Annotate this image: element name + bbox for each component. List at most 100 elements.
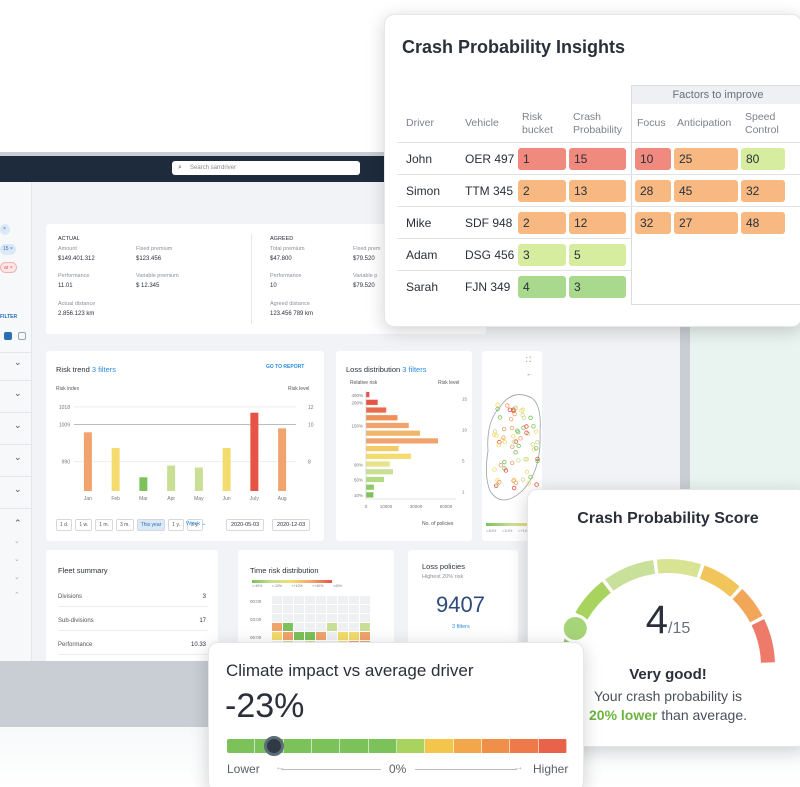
heatmap-cell	[294, 614, 304, 622]
loss-distribution-card: Loss distribution 3 filters Relative ris…	[336, 351, 472, 541]
range-button[interactable]: 1 w.	[75, 519, 93, 531]
climate-lower-label: Lower	[227, 762, 260, 776]
loss-distribution-filters-link[interactable]: 3 filters	[402, 365, 426, 374]
vehicle-plate: SDF 948	[465, 216, 513, 230]
heatmap-cell	[305, 623, 315, 631]
chevron-down-icon[interactable]: ⌄	[14, 484, 22, 495]
y2-tick-label: 8	[308, 460, 311, 466]
heatmap-cell	[272, 614, 282, 622]
loss-policies-title: Loss policies	[422, 562, 465, 571]
agreed-fixed-value: $79.520	[353, 256, 375, 262]
bar	[366, 446, 399, 452]
risk-trend-filters-link[interactable]: 3 filters	[92, 365, 116, 374]
y-tick-label: 1009	[59, 422, 70, 428]
loss-policies-value: 9407	[436, 592, 485, 617]
heatmap-cell	[283, 596, 293, 604]
scale-segment	[368, 739, 397, 753]
car-icon[interactable]	[4, 332, 12, 340]
vehicle-plate: DSG 456	[465, 248, 515, 262]
chevron-small-icon[interactable]: ⌄	[14, 537, 20, 545]
map-point	[511, 433, 516, 439]
bar	[139, 477, 148, 491]
right-arrow-line	[415, 769, 517, 770]
y-tick-label: 400%	[351, 393, 363, 398]
time-risk-legend-bar	[252, 580, 332, 583]
heatmap-cell	[327, 614, 337, 622]
bar	[250, 412, 259, 491]
heatmap-cell	[360, 623, 370, 631]
loss-distribution-title: Loss distribution 3 filters	[346, 365, 426, 374]
header-crash-probability: Crash Probability	[573, 111, 623, 136]
range-button[interactable]: 1 d.	[56, 519, 73, 531]
map-outline	[486, 394, 541, 501]
chevron-down-icon[interactable]: ⌄	[14, 452, 22, 463]
x-tick-label: May	[194, 496, 204, 502]
loss-policies-filters-link[interactable]: 3 filters	[452, 624, 470, 630]
date-to-input[interactable]: 2020-12-03	[272, 519, 311, 531]
range-button[interactable]: This year	[136, 519, 166, 531]
filter-link[interactable]: FILTER	[0, 314, 17, 320]
risk-trend-chart: 1018 12 1009 10 990 8 Jan Feb Mar Apr May Jun July Au…	[59, 405, 314, 502]
x-tick-label: 60000	[440, 504, 453, 509]
header-driver: Driver	[406, 117, 434, 129]
variable-premium-value: $ 12.345	[136, 283, 160, 289]
person-icon[interactable]	[18, 332, 26, 340]
go-to-report-link[interactable]: GO TO REPORT	[266, 364, 304, 370]
legend-label: <+40%	[312, 584, 324, 588]
range-button[interactable]: 1 m.	[95, 519, 113, 531]
map-point	[520, 477, 526, 482]
risk-trend-title: Risk trend 3 filters	[56, 365, 116, 374]
fullscreen-icon[interactable]: ⛶	[526, 357, 531, 365]
climate-higher-label: Higher	[533, 762, 569, 776]
chevron-small-icon[interactable]: ⌃	[14, 591, 20, 599]
legend-label: >40%	[332, 584, 342, 588]
range-button[interactable]: 1 y.	[168, 519, 184, 531]
agreed-distance-label: Agreed distance	[270, 301, 310, 307]
fleet-summary-title: Fleet summary	[58, 566, 108, 575]
divider	[58, 606, 208, 607]
chevron-down-icon[interactable]: ⌄	[14, 420, 22, 431]
y-tick-label: 50%	[354, 478, 363, 483]
cell-speed-control: 80	[741, 148, 785, 170]
loss-policies-subtitle: Highest 20% risk	[422, 574, 464, 580]
heatmap-cell	[360, 596, 370, 604]
cell-focus: 10	[635, 148, 671, 170]
chevron-small-icon[interactable]: ⌄	[14, 555, 20, 563]
cell-crash-probability: 13	[569, 180, 626, 202]
back-arrow-icon[interactable]: ←	[526, 371, 533, 378]
filter-chip[interactable]: 15 ×	[0, 244, 16, 255]
chevron-down-icon[interactable]: ⌄	[14, 357, 22, 368]
chevron-up-icon[interactable]: ⌃	[14, 518, 22, 529]
y2-tick-label: 10	[308, 422, 314, 428]
map-point	[509, 460, 515, 466]
scale-segment	[396, 739, 426, 753]
filter-chip-close[interactable]: ×	[0, 224, 10, 235]
scale-segment	[425, 739, 454, 753]
cell-risk-bucket: 2	[518, 212, 566, 234]
filter-chip-red[interactable]: ar ×	[0, 262, 17, 273]
range-button[interactable]: 3 m.	[115, 519, 134, 531]
crash-probability-insights-card: Crash Probability Insights Factors to im…	[384, 14, 800, 327]
y2-tick-label: 10	[462, 428, 468, 433]
chevron-down-icon[interactable]: ⌄	[14, 388, 22, 399]
date-from-input[interactable]: 2020-05-03	[226, 519, 265, 531]
map-point	[518, 436, 523, 441]
heatmap-cell	[305, 596, 315, 604]
divider	[58, 654, 208, 655]
variable-premium-label: Variable premium	[136, 273, 179, 279]
divider	[0, 508, 32, 509]
granularity-select[interactable]: Week ⌄	[186, 521, 206, 527]
scale-segment	[311, 739, 341, 753]
search-input[interactable]: ⌕ Search sarrdriver	[172, 161, 360, 175]
scale-segment	[538, 739, 567, 753]
cell-focus: 32	[635, 212, 671, 234]
fleet-row-value: 3	[202, 594, 206, 600]
heatmap-cell	[338, 632, 348, 640]
gauge-segment	[699, 565, 740, 598]
chevron-small-icon[interactable]: ⌄	[14, 573, 20, 581]
risk-trend-title-text: Risk trend	[56, 365, 90, 374]
time-risk-legend: <-40% <-10% <+10% <+40% >40%	[252, 584, 342, 588]
bar	[366, 469, 393, 475]
climate-impact-card: Climate impact vs average driver -23% Lo…	[208, 642, 584, 787]
agreed-fixed-label: Fixed prem	[353, 246, 381, 252]
